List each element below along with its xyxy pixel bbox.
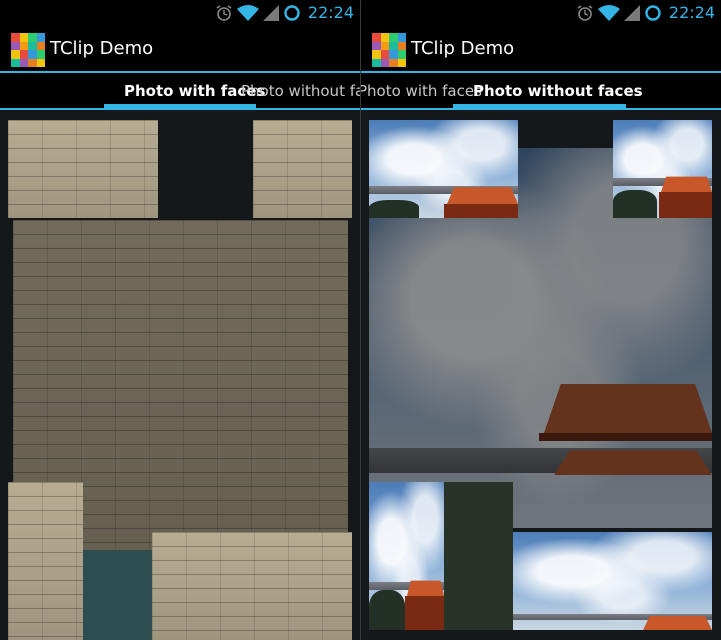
- status-bar: 22:24: [0, 0, 360, 25]
- tab-photo-with-faces[interactable]: Photo with faces: [361, 73, 482, 108]
- sync-icon: [284, 4, 300, 21]
- temple-photo-thumb-bottom-left[interactable]: [369, 482, 444, 630]
- face-photo-thumb-bottom-right[interactable]: [152, 532, 352, 640]
- status-bar: 22:24: [361, 0, 721, 25]
- wifi-icon: [236, 4, 259, 21]
- temple-photo-thumb-top-left[interactable]: [369, 120, 518, 218]
- app-title: TClip Demo: [50, 38, 154, 59]
- tab-indicator: [104, 104, 256, 108]
- action-bar: TClip Demo: [361, 25, 721, 73]
- photo-trees-strip: [444, 482, 513, 630]
- alarm-icon: [216, 4, 232, 21]
- cell-signal-icon: [623, 4, 640, 21]
- app-title: TClip Demo: [411, 38, 515, 59]
- tab-strip: Photo with faces Photo without faces: [361, 73, 721, 110]
- alarm-icon: [577, 4, 593, 21]
- temple-photo-thumb-bottom-right[interactable]: [513, 532, 712, 630]
- tab-photo-without-faces[interactable]: Photo without faces: [473, 73, 643, 108]
- temple-photo-thumb-top-right[interactable]: [613, 120, 712, 218]
- phone-screen-faces: 22:24 TClip Demo Photo with faces Photo …: [0, 0, 360, 640]
- sync-icon: [645, 4, 661, 21]
- phone-screen-no-faces: 22:24 TClip Demo Photo with faces Photo …: [361, 0, 721, 640]
- status-time: 22:24: [668, 3, 715, 22]
- photo-grid-no-faces: [361, 110, 721, 640]
- tab-indicator: [453, 104, 626, 108]
- cell-signal-icon: [262, 4, 279, 21]
- tclip-grid-icon[interactable]: [11, 33, 45, 67]
- tclip-grid-icon[interactable]: [372, 33, 406, 67]
- tab-strip: Photo with faces Photo without faces: [0, 73, 360, 110]
- action-bar: TClip Demo: [0, 25, 360, 73]
- face-photo-thumb-bottom-left[interactable]: [8, 482, 83, 640]
- wifi-icon: [597, 4, 620, 21]
- status-time: 22:24: [307, 3, 354, 22]
- face-photo-thumb-top-right[interactable]: [253, 120, 352, 218]
- tab-photo-without-faces[interactable]: Photo without faces: [241, 73, 360, 108]
- face-photo-thumb-top-left[interactable]: [8, 120, 158, 218]
- photo-grid-faces: [0, 110, 360, 640]
- photo-floor-strip: [83, 550, 152, 640]
